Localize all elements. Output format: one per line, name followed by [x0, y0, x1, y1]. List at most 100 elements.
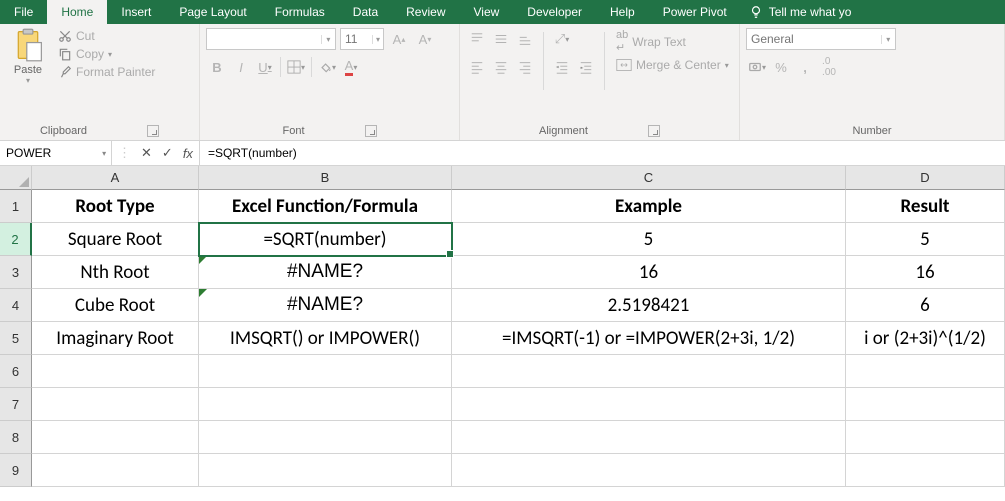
wrap-text-button[interactable]: ab↵ Wrap Text	[612, 28, 733, 55]
dialog-launcher-icon[interactable]	[648, 125, 660, 137]
row-header-4[interactable]: 4	[0, 289, 32, 322]
cell-a2[interactable]: Square Root	[32, 223, 199, 256]
col-header-a[interactable]: A	[32, 166, 199, 190]
cell-d2[interactable]: 5	[846, 223, 1005, 256]
cell-b1[interactable]: Excel Function/Formula	[199, 190, 452, 223]
increase-decimal-button[interactable]: .0.00	[818, 56, 840, 78]
cell-c1[interactable]: Example	[452, 190, 846, 223]
cell-d7[interactable]	[846, 388, 1005, 421]
row-header-8[interactable]: 8	[0, 421, 32, 454]
row-header-3[interactable]: 3	[0, 256, 32, 289]
row-header-2[interactable]: 2	[0, 223, 32, 256]
cell-b4[interactable]: #NAME?	[199, 289, 452, 322]
cell-c8[interactable]	[452, 421, 846, 454]
align-right-button[interactable]	[514, 56, 536, 78]
merge-center-button[interactable]: Merge & Center ▾	[612, 57, 733, 73]
cell-d4[interactable]: 6	[846, 289, 1005, 322]
number-format-combo[interactable]: ▾	[746, 28, 896, 50]
number-format-input[interactable]	[747, 32, 881, 46]
tab-help[interactable]: Help	[596, 0, 649, 24]
cell-c6[interactable]	[452, 355, 846, 388]
tab-insert[interactable]: Insert	[107, 0, 165, 24]
row-header-1[interactable]: 1	[0, 190, 32, 223]
tab-formulas[interactable]: Formulas	[261, 0, 339, 24]
shrink-font-button[interactable]: A▾	[414, 28, 436, 50]
col-header-c[interactable]: C	[452, 166, 846, 190]
font-color-button[interactable]: A▾	[340, 56, 362, 78]
cancel-formula-button[interactable]: ✕	[141, 145, 152, 161]
fill-color-button[interactable]: ▾	[316, 56, 338, 78]
row-header-7[interactable]: 7	[0, 388, 32, 421]
cell-a4[interactable]: Cube Root	[32, 289, 199, 322]
cell-b3[interactable]: #NAME?	[199, 256, 452, 289]
cell-a6[interactable]	[32, 355, 199, 388]
dialog-launcher-icon[interactable]	[365, 125, 377, 137]
name-box-input[interactable]	[0, 146, 97, 160]
align-top-button[interactable]	[466, 28, 488, 50]
cut-button[interactable]: Cut	[54, 28, 159, 44]
italic-button[interactable]: I	[230, 56, 252, 78]
bold-button[interactable]: B	[206, 56, 228, 78]
cell-b6[interactable]	[199, 355, 452, 388]
percent-button[interactable]: %	[770, 56, 792, 78]
cell-c7[interactable]	[452, 388, 846, 421]
font-size-input[interactable]	[341, 32, 372, 46]
copy-button[interactable]: Copy ▾	[54, 46, 159, 62]
cell-b2[interactable]: =SQRT(number)	[199, 223, 452, 256]
tab-view[interactable]: View	[460, 0, 514, 24]
font-name-input[interactable]	[207, 32, 321, 46]
cell-c3[interactable]: 16	[452, 256, 846, 289]
align-bottom-button[interactable]	[514, 28, 536, 50]
tab-file[interactable]: File	[0, 0, 47, 24]
format-painter-button[interactable]: Format Painter	[54, 64, 159, 80]
fx-button[interactable]: fx	[183, 146, 193, 161]
row-header-5[interactable]: 5	[0, 322, 32, 355]
tab-review[interactable]: Review	[392, 0, 459, 24]
font-size-combo[interactable]: ▾	[340, 28, 384, 50]
chevron-down-icon[interactable]: ▾	[97, 149, 111, 158]
select-all-corner[interactable]	[0, 166, 32, 190]
cell-d8[interactable]	[846, 421, 1005, 454]
chevron-down-icon[interactable]: ▾	[881, 35, 895, 44]
col-header-d[interactable]: D	[846, 166, 1005, 190]
formula-input[interactable]	[200, 141, 1005, 165]
dialog-launcher-icon[interactable]	[147, 125, 159, 137]
decrease-indent-button[interactable]	[551, 56, 573, 78]
name-box[interactable]: ▾	[0, 141, 112, 165]
cell-c5[interactable]: =IMSQRT(-1) or =IMPOWER(2+3i, 1/2)	[452, 322, 846, 355]
cell-d1[interactable]: Result	[846, 190, 1005, 223]
paste-button[interactable]: Paste ▾	[6, 28, 50, 85]
tab-power-pivot[interactable]: Power Pivot	[649, 0, 741, 24]
cell-d6[interactable]	[846, 355, 1005, 388]
cell-b8[interactable]	[199, 421, 452, 454]
cell-c9[interactable]	[452, 454, 846, 487]
tell-me[interactable]: Tell me what yo	[741, 0, 860, 24]
cell-a9[interactable]	[32, 454, 199, 487]
cell-d9[interactable]	[846, 454, 1005, 487]
cell-b9[interactable]	[199, 454, 452, 487]
cell-b5[interactable]: IMSQRT() or IMPOWER()	[199, 322, 452, 355]
align-center-button[interactable]	[490, 56, 512, 78]
col-header-b[interactable]: B	[199, 166, 452, 190]
tab-developer[interactable]: Developer	[513, 0, 596, 24]
cell-a8[interactable]	[32, 421, 199, 454]
chevron-down-icon[interactable]: ▾	[372, 35, 383, 44]
chevron-down-icon[interactable]: ▾	[321, 35, 335, 44]
cell-a5[interactable]: Imaginary Root	[32, 322, 199, 355]
underline-button[interactable]: U▾	[254, 56, 276, 78]
comma-button[interactable]: ,	[794, 56, 816, 78]
enter-formula-button[interactable]: ✓	[162, 145, 173, 161]
cell-b7[interactable]	[199, 388, 452, 421]
tab-home[interactable]: Home	[47, 0, 107, 24]
align-middle-button[interactable]	[490, 28, 512, 50]
increase-indent-button[interactable]	[575, 56, 597, 78]
row-header-6[interactable]: 6	[0, 355, 32, 388]
cell-c2[interactable]: 5	[452, 223, 846, 256]
row-header-9[interactable]: 9	[0, 454, 32, 487]
cell-a3[interactable]: Nth Root	[32, 256, 199, 289]
tab-data[interactable]: Data	[339, 0, 392, 24]
cell-a1[interactable]: Root Type	[32, 190, 199, 223]
font-name-combo[interactable]: ▾	[206, 28, 336, 50]
cell-d3[interactable]: 16	[846, 256, 1005, 289]
orientation-button[interactable]: ⤢▾	[551, 28, 573, 50]
